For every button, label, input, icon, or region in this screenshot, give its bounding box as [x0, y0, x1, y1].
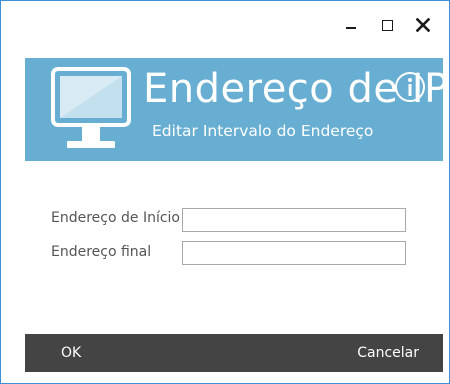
- window-controls: [329, 13, 437, 37]
- ip-range-dialog: Endereço de IP Editar Intervalo do Ender…: [0, 0, 450, 384]
- minimize-button[interactable]: [337, 13, 365, 37]
- info-icon: [395, 72, 425, 102]
- end-address-input[interactable]: [182, 241, 406, 265]
- start-address-label: Endereço de Início: [51, 210, 180, 226]
- close-icon: [416, 18, 430, 32]
- maximize-button[interactable]: [373, 13, 401, 37]
- banner-subtitle: Editar Intervalo do Endereço: [152, 122, 374, 140]
- ok-button[interactable]: OK: [61, 334, 81, 372]
- minimize-icon: [346, 27, 356, 29]
- dialog-footer: OK Cancelar: [25, 334, 443, 372]
- end-address-label: Endereço final: [51, 244, 152, 260]
- header-banner: Endereço de IP Editar Intervalo do Ender…: [25, 58, 448, 161]
- start-address-input[interactable]: [182, 208, 406, 232]
- close-button[interactable]: [409, 13, 437, 37]
- cancel-button[interactable]: Cancelar: [357, 334, 419, 372]
- monitor-icon: [51, 67, 131, 148]
- maximize-icon: [381, 19, 393, 31]
